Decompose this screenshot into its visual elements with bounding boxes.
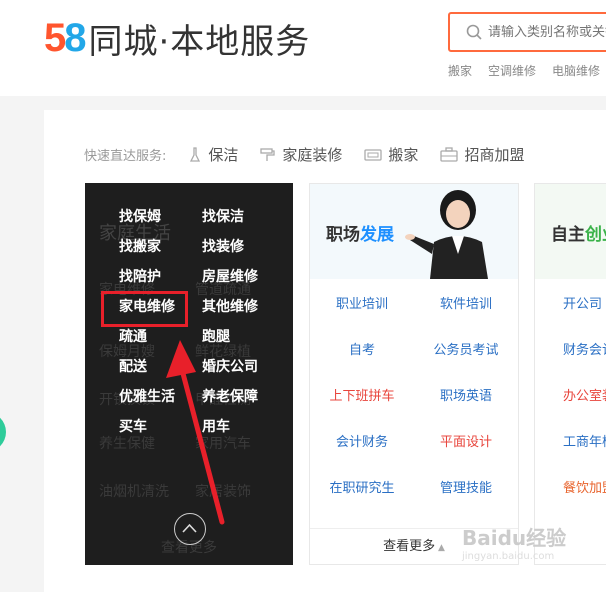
career-link[interactable]: 管理技能 — [414, 477, 518, 496]
hot-link[interactable]: 空调维修 — [488, 62, 536, 79]
baidu-watermark: Baidu经验 jingyan.baidu.com — [462, 526, 567, 562]
logo-title: 同城·本地服务 — [88, 22, 311, 62]
hot-link[interactable]: 搬家 — [448, 62, 472, 79]
business-card-header: 自主创业 — [535, 184, 606, 279]
ghost-item: 油烟机清洗 — [99, 484, 169, 500]
site-logo[interactable]: 58 同城·本地服务 — [44, 14, 310, 63]
businesswoman-illustration — [405, 190, 488, 279]
menu-item[interactable]: 找装修 — [202, 237, 282, 257]
career-link[interactable]: 职业培训 — [310, 293, 414, 312]
hot-search-links: 搬家 空调维修 电脑维修 — [448, 62, 600, 79]
career-link[interactable]: 在职研究生 — [310, 477, 414, 496]
search-input[interactable] — [488, 24, 606, 40]
quick-item-cleaning[interactable]: 保洁 — [188, 144, 238, 165]
menu-item[interactable]: 用车 — [202, 417, 282, 437]
side-float-button[interactable] — [0, 412, 6, 452]
career-link[interactable]: 公务员考试 — [414, 339, 518, 358]
career-card-header: 职场发展 — [310, 184, 518, 279]
main-panel: 快速直达服务: 保洁 家庭装修 搬家 招商加盟 家庭生活 家电维修 管道疏通 保… — [44, 110, 606, 592]
menu-item[interactable]: 优雅生活 — [119, 387, 202, 407]
menu-item[interactable]: 疏通 — [119, 327, 202, 347]
logo-digit-5: 5 — [44, 16, 66, 60]
broom-icon — [190, 146, 201, 162]
business-card: 自主创业 开公司 财务会计 办公室装修 工商年检 餐饮加盟 — [534, 183, 606, 565]
quick-item-moving[interactable]: 搬家 — [364, 144, 418, 165]
business-link[interactable]: 餐饮加盟 — [535, 477, 606, 496]
business-link[interactable]: 办公室装修 — [535, 385, 606, 404]
briefcase-icon — [440, 146, 459, 162]
career-link[interactable]: 上下班拼车 — [310, 385, 414, 404]
business-link[interactable]: 财务会计 — [535, 339, 606, 358]
caret-up-icon: ▲ — [435, 543, 445, 553]
business-links: 开公司 财务会计 办公室装修 工商年检 餐饮加盟 — [535, 279, 606, 509]
menu-item[interactable]: 跑腿 — [202, 327, 282, 347]
career-link[interactable]: 软件培训 — [414, 293, 518, 312]
career-card: 职场发展 职业培训 软件培训 自考 公务员考试 上下班拼车 职场英语 会计财务 平面设计… — [309, 183, 519, 565]
career-card-title: 职场发展 — [326, 225, 394, 245]
menu-item[interactable]: 养老保障 — [202, 387, 282, 407]
home-life-panel-overlay: 家庭生活 家电维修 管道疏通 保姆月嫂 鲜花绿植 开锁换锁 甲醛检测 养生保健 … — [85, 183, 293, 565]
quick-item-renovation[interactable]: 家庭装修 — [260, 144, 342, 165]
menu-item[interactable]: 婚庆公司 — [202, 357, 282, 377]
career-link[interactable]: 自考 — [310, 339, 414, 358]
quick-access-label: 快速直达服务: — [84, 149, 167, 164]
career-link[interactable]: 会计财务 — [310, 431, 414, 450]
business-card-title: 自主创业 — [551, 225, 606, 245]
business-link[interactable]: 工商年检 — [535, 431, 606, 450]
hot-link[interactable]: 电脑维修 — [552, 62, 600, 79]
site-header: 58 同城·本地服务 搬家 空调维修 电脑维修 — [0, 0, 606, 96]
quick-item-franchise[interactable]: 招商加盟 — [440, 144, 524, 165]
menu-item[interactable]: 其他维修 — [202, 297, 282, 317]
menu-item[interactable]: 买车 — [119, 417, 202, 437]
search-icon — [466, 24, 482, 40]
menu-item[interactable]: 找保姆 — [119, 207, 202, 227]
highlight-box — [101, 291, 188, 327]
menu-item[interactable]: 找搬家 — [119, 237, 202, 257]
menu-item[interactable]: 找陪护 — [119, 267, 202, 287]
career-link[interactable]: 职场英语 — [414, 385, 518, 404]
career-link[interactable]: 平面设计 — [414, 431, 518, 450]
chevron-up-icon — [182, 523, 197, 533]
paint-roller-icon — [260, 147, 276, 161]
business-link[interactable]: 开公司 — [535, 293, 606, 312]
collapse-button[interactable] — [174, 513, 206, 545]
truck-icon — [364, 148, 383, 161]
career-links: 职业培训 软件培训 自考 公务员考试 上下班拼车 职场英语 会计财务 平面设计 在职研究… — [310, 279, 518, 509]
search-box[interactable] — [448, 12, 606, 52]
menu-item[interactable]: 房屋维修 — [202, 267, 282, 287]
logo-digit-8: 8 — [64, 16, 86, 60]
quick-access-bar: 快速直达服务: 保洁 家庭装修 搬家 招商加盟 — [84, 144, 524, 165]
menu-item[interactable]: 配送 — [119, 357, 202, 377]
ghost-item: 家居装饰 — [195, 484, 251, 500]
menu-item[interactable]: 找保洁 — [202, 207, 282, 227]
